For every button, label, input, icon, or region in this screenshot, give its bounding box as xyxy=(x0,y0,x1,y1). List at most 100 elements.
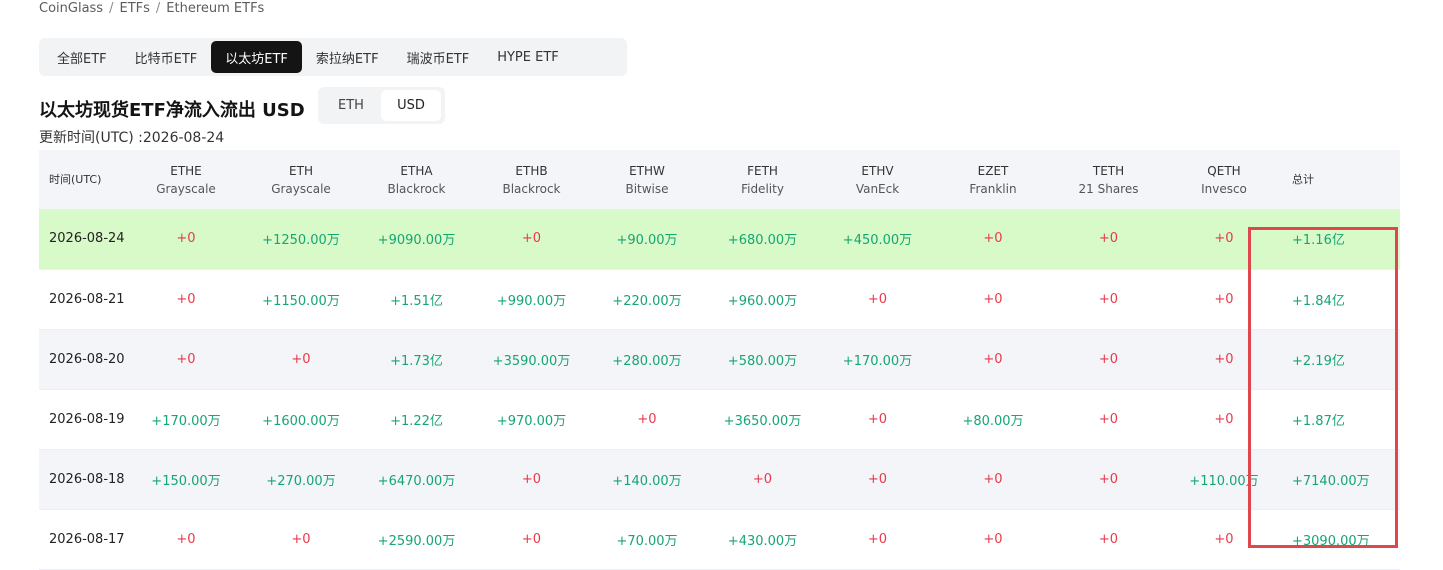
column-ticker: ETHE xyxy=(170,163,202,178)
tab-xrp-etf[interactable]: 瑞波币ETF xyxy=(393,41,484,73)
column-issuer: Fidelity xyxy=(741,181,784,196)
cell-flow-ethw: +280.00万 xyxy=(589,329,705,390)
cell-flow-ethv: +170.00万 xyxy=(820,329,935,390)
cell-flow-ezet: +80.00万 xyxy=(935,389,1051,450)
cell-flow-ezet: +0 xyxy=(935,329,1051,390)
cell-flow-ethb: +0 xyxy=(474,509,589,570)
cell-flow-ethe: +0 xyxy=(129,329,243,390)
column-header-qeth[interactable]: QETH Invesco xyxy=(1166,150,1282,209)
etf-flow-table: 时间(UTC) ETHE Grayscale ETH Grayscale ETHA B… xyxy=(39,150,1400,570)
table-row[interactable]: 2026-08-18 +150.00万 +270.00万 +6470.00万 +0 +14… xyxy=(39,449,1400,510)
cell-flow-feth: +430.00万 xyxy=(705,509,820,570)
column-header-date[interactable]: 时间(UTC) xyxy=(39,150,129,209)
cell-flow-qeth: +0 xyxy=(1166,389,1282,450)
unit-eth-button[interactable]: ETH xyxy=(321,90,381,121)
cell-flow-ethw: +140.00万 xyxy=(589,449,705,510)
table-row[interactable]: 2026-08-17 +0 +0 +2590.00万 +0 +70.00万 +430.00万… xyxy=(39,509,1400,570)
etf-category-tabs: 全部ETF 比特币ETF 以太坊ETF 索拉纳ETF 瑞波币ETF HYPE E… xyxy=(39,38,627,76)
cell-flow-ethb: +0 xyxy=(474,209,589,270)
cell-flow-teth: +0 xyxy=(1051,329,1166,390)
breadcrumb-link-etfs[interactable]: ETFs xyxy=(119,1,149,16)
cell-flow-ethe: +170.00万 xyxy=(129,389,243,450)
column-header-teth[interactable]: TETH 21 Shares xyxy=(1051,150,1166,209)
cell-flow-eth: +1600.00万 xyxy=(243,389,359,450)
cell-flow-feth: +680.00万 xyxy=(705,209,820,270)
unit-usd-button[interactable]: USD xyxy=(381,90,441,121)
column-issuer: Blackrock xyxy=(502,181,561,196)
cell-date: 2026-08-19 xyxy=(39,389,129,450)
cell-flow-qeth: +110.00万 xyxy=(1166,449,1282,510)
cell-flow-ethe: +0 xyxy=(129,269,243,330)
cell-flow-feth: +580.00万 xyxy=(705,329,820,390)
column-header-ethv[interactable]: ETHV VanEck xyxy=(820,150,935,209)
cell-flow-teth: +0 xyxy=(1051,209,1166,270)
cell-flow-ethw: +0 xyxy=(589,389,705,450)
cell-flow-teth: +0 xyxy=(1051,269,1166,330)
unit-toggle: ETH USD xyxy=(318,87,445,124)
cell-flow-ethb: +970.00万 xyxy=(474,389,589,450)
cell-flow-feth: +3650.00万 xyxy=(705,389,820,450)
cell-flow-ethv: +0 xyxy=(820,509,935,570)
cell-flow-ezet: +0 xyxy=(935,209,1051,270)
cell-flow-etha: +1.73亿 xyxy=(359,329,474,390)
breadcrumb: CoinGlass / ETFs / Ethereum ETFs xyxy=(39,0,264,16)
tab-bitcoin-etf[interactable]: 比特币ETF xyxy=(121,41,212,73)
cell-total: +7140.00万 xyxy=(1282,449,1400,510)
cell-flow-ethe: +150.00万 xyxy=(129,449,243,510)
column-header-etha[interactable]: ETHA Blackrock xyxy=(359,150,474,209)
page-title: 以太坊现货ETF净流入流出 USD xyxy=(39,100,305,121)
column-header-eth[interactable]: ETH Grayscale xyxy=(243,150,359,209)
cell-flow-ezet: +0 xyxy=(935,269,1051,330)
update-time: 更新时间(UTC) :2026-08-24 xyxy=(39,130,225,146)
column-ticker: ETHA xyxy=(400,163,433,178)
breadcrumb-separator: / xyxy=(155,0,161,16)
cell-flow-eth: +0 xyxy=(243,329,359,390)
column-header-ethe[interactable]: ETHE Grayscale xyxy=(129,150,243,209)
column-ticker: EZET xyxy=(977,163,1009,178)
column-ticker: ETHW xyxy=(629,163,665,178)
column-ticker: FETH xyxy=(747,163,778,178)
breadcrumb-separator: / xyxy=(109,0,114,16)
column-issuer: VanEck xyxy=(855,181,900,196)
table-row[interactable]: 2026-08-19 +170.00万 +1600.00万 +1.22亿 +970.00… xyxy=(39,389,1400,450)
cell-flow-ethw: +70.00万 xyxy=(589,509,705,570)
column-issuer: Grayscale xyxy=(156,181,216,196)
cell-date: 2026-08-17 xyxy=(39,509,129,570)
cell-flow-ethb: +0 xyxy=(474,449,589,510)
cell-flow-qeth: +0 xyxy=(1166,209,1282,270)
column-ticker: TETH xyxy=(1092,163,1125,178)
column-issuer: Franklin xyxy=(969,181,1017,196)
column-header-total[interactable]: 总计 xyxy=(1282,150,1400,209)
column-header-ethw[interactable]: ETHW Bitwise xyxy=(589,150,705,209)
cell-flow-ezet: +0 xyxy=(935,509,1051,570)
cell-date: 2026-08-20 xyxy=(39,329,129,390)
tab-solana-etf[interactable]: 索拉纳ETF xyxy=(302,41,393,73)
cell-date: 2026-08-18 xyxy=(39,449,129,510)
column-issuer: Blackrock xyxy=(387,181,446,196)
tab-hype-etf[interactable]: HYPE ETF xyxy=(483,41,573,73)
table-row[interactable]: 2026-08-20 +0 +0 +1.73亿 +3590.00万 +280.00万 +58… xyxy=(39,329,1400,390)
column-issuer: Invesco xyxy=(1201,181,1247,196)
cell-flow-ethe: +0 xyxy=(129,509,243,570)
column-header-feth[interactable]: FETH Fidelity xyxy=(705,150,820,209)
column-header-ethb[interactable]: ETHB Blackrock xyxy=(474,150,589,209)
cell-flow-feth: +0 xyxy=(705,449,820,510)
cell-flow-feth: +960.00万 xyxy=(705,269,820,330)
table-header-row: 时间(UTC) ETHE Grayscale ETH Grayscale ETHA B… xyxy=(39,150,1400,209)
breadcrumb-link-coinglass[interactable]: CoinGlass xyxy=(39,1,103,16)
cell-flow-eth: +270.00万 xyxy=(243,449,359,510)
cell-total: +3090.00万 xyxy=(1282,509,1400,570)
column-issuer: Grayscale xyxy=(271,181,331,196)
tab-ethereum-etf[interactable]: 以太坊ETF xyxy=(211,41,302,73)
tab-all-etf[interactable]: 全部ETF xyxy=(43,41,121,73)
cell-total: +1.84亿 xyxy=(1282,269,1400,330)
cell-flow-ethw: +220.00万 xyxy=(589,269,705,330)
column-header-ezet[interactable]: EZET Franklin xyxy=(935,150,1051,209)
cell-flow-etha: +1.51亿 xyxy=(359,269,474,330)
table-row[interactable]: 2026-08-21 +0 +1150.00万 +1.51亿 +990.00万 +220.… xyxy=(39,269,1400,330)
cell-flow-eth: +1150.00万 xyxy=(243,269,359,330)
cell-flow-teth: +0 xyxy=(1051,509,1166,570)
table-row[interactable]: 2026-08-24 +0 +1250.00万 +9090.00万 +0 +90.00万 +… xyxy=(39,209,1400,270)
cell-flow-etha: +2590.00万 xyxy=(359,509,474,570)
cell-flow-ethv: +0 xyxy=(820,389,935,450)
